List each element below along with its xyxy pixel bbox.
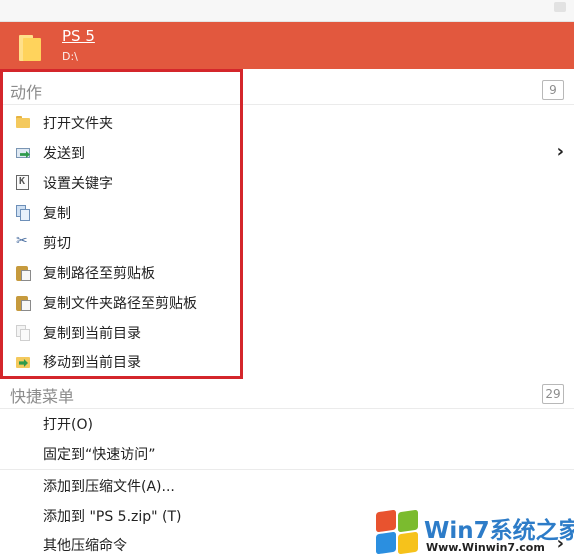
folder-open-icon [15, 115, 31, 131]
item-label: 添加到 "PS 5.zip" (T) [43, 509, 182, 525]
action-open-folder[interactable]: 打开文件夹 [0, 108, 574, 138]
item-label: 固定到“快速访问” [43, 447, 156, 463]
watermark: Win7系统之家 Www.Winwin7.com [376, 505, 574, 559]
section-count-badge: 9 [542, 80, 564, 100]
item-label: 添加到压缩文件(A)... [43, 479, 175, 495]
selected-result[interactable]: PS 5 D:\ [0, 22, 574, 69]
divider [0, 469, 574, 470]
menu-pin-quick-access[interactable]: 固定到“快速访问” [0, 439, 574, 469]
divider [0, 104, 574, 105]
clipboard-icon [15, 295, 31, 311]
actions-section-header: 动作 9 [0, 74, 574, 104]
quick-menu-section-header: 快捷菜单 29 [0, 378, 574, 408]
action-copy[interactable]: 复制 [0, 198, 574, 228]
item-label: 复制文件夹路径至剪贴板 [43, 296, 197, 312]
search-bar-area [0, 0, 574, 22]
windows-logo-icon [376, 509, 420, 555]
item-label: 其他压缩命令 [43, 538, 127, 554]
copy-icon [15, 205, 31, 221]
section-label: 动作 [10, 83, 43, 102]
result-title: PS 5 [62, 27, 95, 45]
scissors-icon: ✂ [16, 233, 28, 249]
item-label: 移动到当前目录 [43, 355, 141, 371]
watermark-url: Www.Winwin7.com [426, 541, 545, 554]
action-set-keyword[interactable]: K 设置关键字 [0, 168, 574, 198]
item-label: 复制到当前目录 [43, 326, 141, 342]
send-to-icon [15, 145, 31, 161]
action-copy-path[interactable]: 复制路径至剪贴板 [0, 258, 574, 288]
result-path: D:\ [62, 50, 78, 63]
action-copy-here[interactable]: 复制到当前目录 [0, 318, 574, 348]
action-send-to[interactable]: 发送到 › [0, 138, 574, 168]
chevron-right-icon: › [556, 141, 564, 162]
action-copy-folder-path[interactable]: 复制文件夹路径至剪贴板 [0, 288, 574, 318]
section-label: 快捷菜单 [10, 387, 75, 406]
clipboard-icon [15, 265, 31, 281]
section-count-badge: 29 [542, 384, 564, 404]
action-move-here[interactable]: 移动到当前目录 [0, 347, 574, 377]
item-label: 复制 [43, 206, 71, 222]
item-label: 发送到 [43, 146, 85, 162]
item-label: 剪切 [43, 236, 71, 252]
menu-open[interactable]: 打开(O) [0, 409, 574, 439]
watermark-brand: Win7系统之家 [424, 518, 574, 544]
item-label: 设置关键字 [43, 176, 113, 192]
search-bar-button[interactable] [554, 2, 566, 12]
keyword-icon: K [15, 175, 31, 191]
folder-icon [19, 35, 41, 61]
item-label: 打开文件夹 [43, 116, 113, 132]
copy-here-icon [15, 325, 31, 341]
item-label: 复制路径至剪贴板 [43, 266, 155, 282]
item-label: 打开(O) [43, 417, 93, 433]
move-here-icon [15, 354, 31, 370]
action-cut[interactable]: ✂ 剪切 [0, 228, 574, 258]
menu-add-to-archive[interactable]: 添加到压缩文件(A)... [0, 471, 574, 501]
